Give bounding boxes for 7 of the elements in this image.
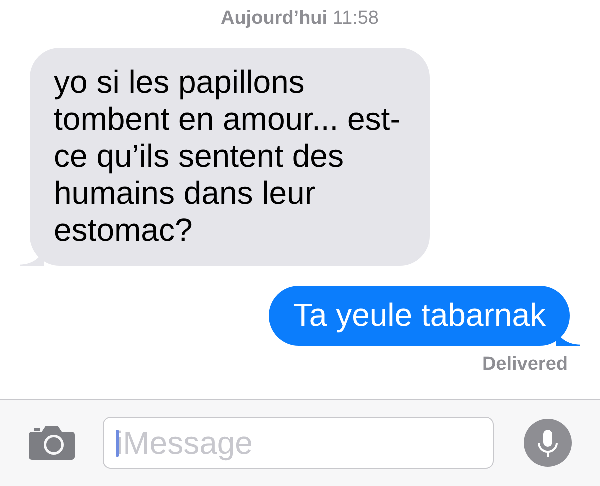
message-bubble: Ta yeule tabarnak — [269, 286, 580, 346]
message-field[interactable]: iMessage — [103, 417, 494, 469]
timestamp: Aujourd’hui 11:58 — [220, 8, 379, 29]
message-bubble: yo si les papillons tombent en amour... est-ce qu’ils sentent des humains dans leur estomac? — [20, 48, 430, 266]
delivery-status: Delivered — [482, 354, 568, 376]
microphone-icon[interactable] — [524, 419, 572, 467]
camera-icon[interactable] — [28, 424, 76, 462]
